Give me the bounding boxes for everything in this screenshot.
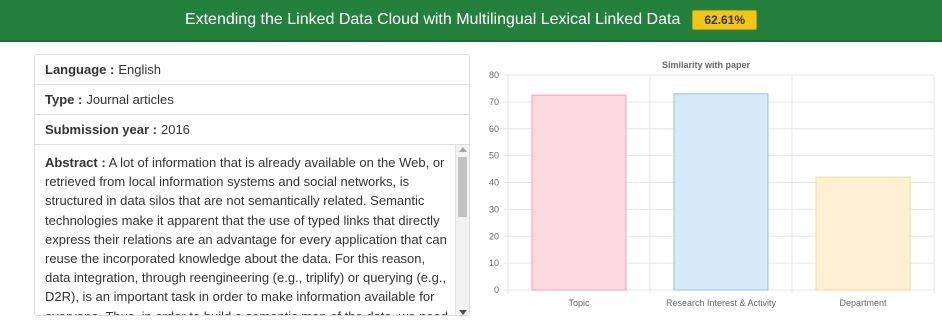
similarity-score-badge: 62.61%: [692, 10, 758, 30]
x-tick-label: Research Interest & Activity: [666, 298, 777, 308]
abstract-container[interactable]: Abstract : A lot of information that is …: [35, 145, 469, 315]
chart-svg: Similarity with paper 0 10 20 30 40 50 60 70 80 To…: [489, 60, 935, 308]
chart-title: Similarity with paper: [662, 60, 751, 70]
y-tick-label: 70: [489, 97, 499, 107]
type-row: Type : Journal articles: [35, 85, 469, 115]
y-tick-label: 40: [489, 178, 499, 188]
paper-info-panel: Language : English Type : Journal articl…: [34, 54, 470, 316]
x-tick-label: Department: [839, 298, 887, 308]
y-tick-label: 10: [489, 258, 499, 268]
similarity-chart: Similarity with paper 0 10 20 30 40 50 60 70 80 To…: [476, 54, 942, 316]
abstract: Abstract : A lot of information that is …: [45, 153, 449, 315]
year-row: Submission year : 2016: [35, 115, 469, 145]
y-tick-label: 50: [489, 151, 499, 161]
abstract-label: Abstract :: [45, 155, 106, 170]
header-bar: Extending the Linked Data Cloud with Mul…: [0, 0, 942, 42]
language-row: Language : English: [35, 55, 469, 85]
y-tick-label: 60: [489, 124, 499, 134]
scrollbar-thumb[interactable]: [458, 157, 467, 217]
type-value: Journal articles: [86, 92, 174, 107]
abstract-scrollbar[interactable]: [455, 145, 469, 315]
language-value: English: [118, 62, 161, 77]
bar: [531, 94, 627, 291]
x-tick-label: Topic: [568, 298, 590, 308]
year-label: Submission year :: [45, 122, 157, 137]
y-tick-label: 0: [494, 285, 499, 295]
language-label: Language :: [45, 62, 115, 77]
year-value: 2016: [160, 122, 190, 137]
scroll-down-arrow-icon[interactable]: [459, 310, 467, 315]
y-tick-label: 80: [489, 70, 499, 80]
y-tick-label: 20: [489, 231, 499, 241]
type-label: Type :: [45, 92, 83, 107]
abstract-text: A lot of information that is already ava…: [45, 155, 448, 315]
paper-title: Extending the Linked Data Cloud with Mul…: [184, 11, 681, 28]
bar: [673, 93, 769, 291]
y-tick-label: 30: [489, 204, 499, 214]
scroll-up-arrow-icon[interactable]: [459, 147, 467, 152]
bar: [815, 176, 911, 291]
